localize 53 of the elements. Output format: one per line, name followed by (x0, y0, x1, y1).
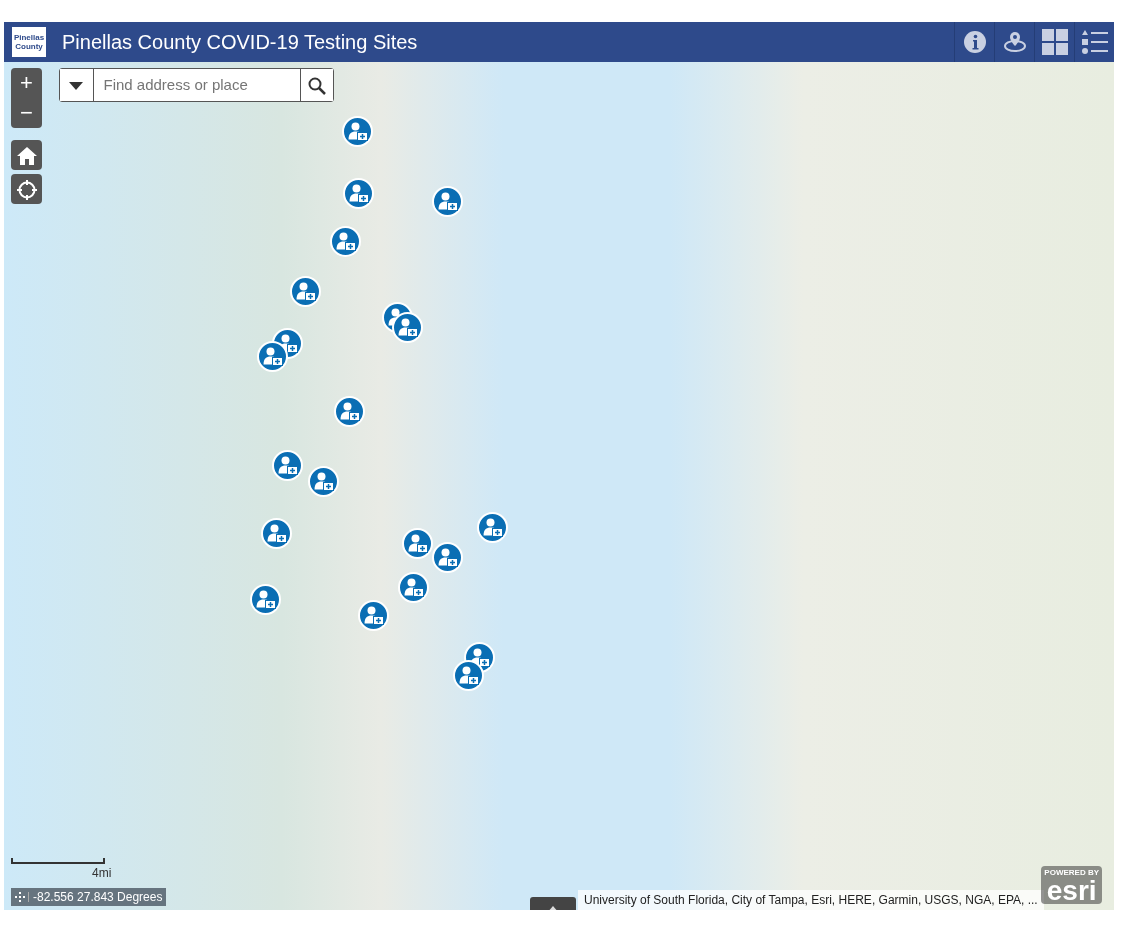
testing-site-marker[interactable] (453, 660, 484, 691)
person-medical-kit-icon (437, 548, 458, 567)
search-field[interactable]: Find address or place (59, 68, 334, 102)
person-medical-kit-icon (335, 232, 356, 251)
person-medical-kit-icon (407, 534, 428, 553)
search-source-dropdown[interactable] (60, 69, 94, 101)
person-medical-kit-icon (295, 282, 316, 301)
caret-icon (69, 81, 84, 90)
testing-site-marker[interactable] (290, 276, 321, 307)
testing-site-marker[interactable] (343, 178, 374, 209)
zoom-in-button[interactable]: + (11, 68, 42, 98)
testing-site-marker[interactable] (330, 226, 361, 257)
testing-site-marker[interactable] (272, 450, 303, 481)
person-medical-kit-icon (482, 518, 503, 537)
person-medical-kit-icon (313, 472, 334, 491)
person-medical-kit-icon (277, 456, 298, 475)
testing-site-marker[interactable] (432, 186, 463, 217)
scale-label: 4mi (92, 865, 112, 882)
home-button[interactable] (11, 140, 42, 170)
testing-site-marker[interactable] (308, 466, 339, 497)
testing-site-marker[interactable] (402, 528, 433, 559)
coordinates-text: -82.556 27.843 Degrees (32, 889, 164, 906)
person-medical-kit-icon (363, 606, 384, 625)
person-medical-kit-icon (397, 318, 418, 337)
testing-site-marker[interactable] (477, 512, 508, 543)
testing-site-marker[interactable] (257, 341, 288, 372)
esri-logo: POWERED BY esri (1041, 866, 1102, 904)
testing-site-marker[interactable] (392, 312, 423, 343)
testing-site-marker[interactable] (398, 572, 429, 603)
search-button[interactable] (299, 69, 333, 101)
zoom-out-button[interactable]: − (11, 98, 42, 128)
county-logo: Pinellas County (12, 27, 46, 57)
testing-site-marker[interactable] (250, 584, 281, 615)
person-medical-kit-icon (255, 590, 276, 609)
attribution-toggle[interactable] (530, 897, 576, 910)
search-icon (307, 76, 326, 95)
person-medical-kit-icon (347, 122, 368, 141)
testing-site-marker[interactable] (358, 600, 389, 631)
person-medical-kit-icon (403, 578, 424, 597)
locate-button[interactable] (11, 174, 42, 204)
person-medical-kit-icon (266, 524, 287, 543)
person-medical-kit-icon (262, 347, 283, 366)
testing-site-marker[interactable] (261, 518, 292, 549)
testing-site-marker[interactable] (432, 542, 463, 573)
attribution-text: University of South Florida, City of Tampa, Esri, HERE, Garmin, USGS, NGA, EPA, ... (578, 890, 1044, 910)
info-icon (962, 30, 987, 55)
testing-site-marker[interactable] (342, 116, 373, 147)
person-medical-kit-icon (437, 192, 458, 211)
testing-site-marker[interactable] (334, 396, 365, 427)
person-medical-kit-icon (339, 402, 360, 421)
person-medical-kit-icon (348, 184, 369, 203)
app-title: Pinellas County COVID-19 Testing Sites (62, 30, 419, 55)
person-medical-kit-icon (458, 666, 479, 685)
